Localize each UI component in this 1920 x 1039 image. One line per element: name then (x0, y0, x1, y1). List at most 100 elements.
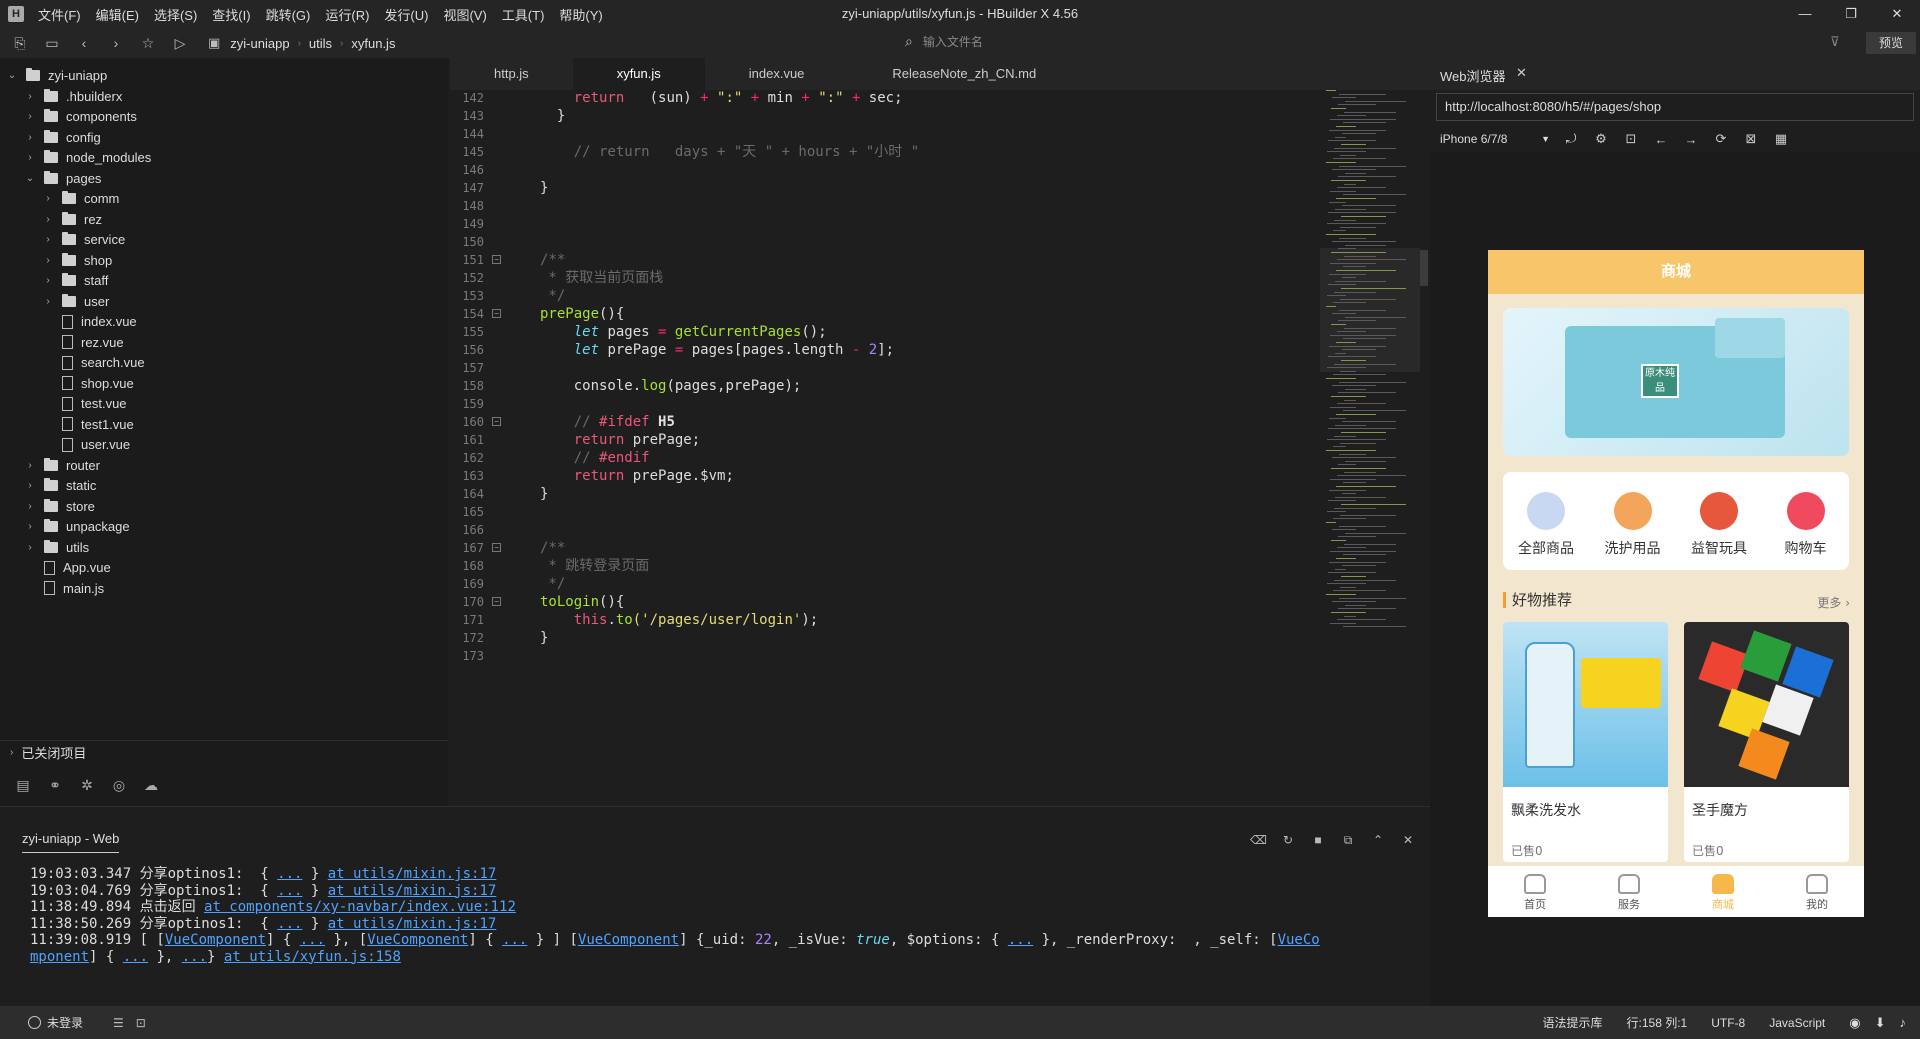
menu-item[interactable]: 跳转(G) (266, 5, 311, 24)
settings-gear-icon[interactable]: ⚙ (1586, 131, 1616, 147)
folder-icon (44, 150, 58, 163)
language-mode[interactable]: JavaScript (1769, 1016, 1825, 1030)
console-link[interactable]: ... (1008, 932, 1033, 948)
back-icon[interactable]: ‹ (72, 33, 96, 53)
file-search-input[interactable]: 输入文件名 (923, 33, 983, 50)
fold-toggle-icon[interactable]: − (492, 597, 501, 606)
syntax-hint[interactable]: 语法提示库 (1543, 1014, 1603, 1031)
new-file-icon[interactable]: ⎘ (8, 33, 32, 53)
tabbar-item[interactable]: 我的 (1770, 866, 1864, 917)
browser-forward-icon[interactable]: → (1676, 132, 1706, 147)
preview-button[interactable]: 预览 (1866, 32, 1916, 54)
menu-item[interactable]: 编辑(E) (96, 5, 139, 24)
menu-item[interactable]: 运行(R) (325, 5, 369, 24)
vertical-scrollbar[interactable] (1420, 250, 1428, 286)
minimap[interactable] (1320, 90, 1420, 806)
device-select[interactable]: iPhone 6/7/8 ▼ (1436, 127, 1556, 151)
restart-icon[interactable]: ↻ (1280, 833, 1296, 848)
chat-icon[interactable]: ◉ (1849, 1015, 1860, 1031)
git-icon[interactable]: ◎ (110, 777, 128, 794)
file-search[interactable]: ⌕ 输入文件名 (905, 33, 983, 50)
menu-item[interactable]: 选择(S) (154, 5, 197, 24)
lock-icon[interactable]: ⊠ (1736, 131, 1766, 147)
console-link[interactable]: ... (182, 949, 207, 965)
menu-item[interactable]: 文件(F) (38, 5, 81, 24)
console-link[interactable]: VueCo (1278, 932, 1320, 948)
more-link[interactable]: 更多 › (1817, 594, 1850, 611)
product-card[interactable]: 圣手魔方 已售0 (1684, 622, 1849, 862)
breadcrumb-folder[interactable]: utils (309, 36, 332, 51)
console-link[interactable]: VueComponent (578, 932, 679, 948)
list-icon[interactable]: ☰ (113, 1016, 124, 1030)
console-link[interactable]: ... (123, 949, 148, 965)
fold-toggle-icon[interactable]: − (492, 543, 501, 552)
rotate-icon[interactable]: ⤾ (1556, 131, 1586, 147)
url-input[interactable]: http://localhost:8080/h5/#/pages/shop (1436, 93, 1914, 121)
menu-item[interactable]: 查找(I) (212, 5, 250, 24)
console-output[interactable]: 19:03:03.347 分享optinos1: { ... } at util… (0, 858, 1430, 1006)
explorer-icon[interactable]: ▤ (14, 777, 32, 794)
close-browser-icon[interactable]: ✕ (1516, 65, 1527, 81)
category-item[interactable]: 购物车 (1763, 472, 1849, 570)
terminal-icon[interactable]: ⊡ (136, 1016, 146, 1030)
minimap-line (1326, 234, 1376, 235)
minimap-line (1335, 352, 1346, 354)
tabbar-item[interactable]: 商城 (1676, 866, 1770, 917)
debug-bug-icon[interactable]: ✲ (78, 777, 96, 794)
console-tab[interactable]: zyi-uniapp - Web (22, 831, 120, 853)
console-link[interactable]: at utils/xyfun.js:158 (224, 949, 401, 965)
fold-toggle-icon[interactable]: − (492, 255, 501, 264)
close-console-icon[interactable]: ✕ (1400, 833, 1416, 848)
refresh-icon[interactable]: ⟳ (1706, 131, 1736, 147)
category-item[interactable]: 洗护用品 (1590, 472, 1676, 570)
plugin-icon[interactable]: ⚭ (46, 777, 64, 794)
breadcrumb-file[interactable]: xyfun.js (351, 36, 395, 51)
run-icon[interactable]: ▷ (168, 33, 192, 53)
stop-icon[interactable]: ■ (1310, 833, 1326, 848)
cloud-icon[interactable]: ☁ (142, 777, 160, 794)
phone-preview[interactable]: 商城 原木纯品 全部商品 洗护用品 益智玩具 购物车 好物推荐 更多 › 飘柔洗发水 … (1488, 250, 1864, 917)
browser-back-icon[interactable]: ← (1646, 132, 1676, 147)
code-editor[interactable]: 142 143 144 145 146 147 148 149 150 151−152 153 154… (450, 90, 1430, 806)
maximize-console-icon[interactable]: ⌃ (1370, 833, 1386, 848)
notification-bell-icon[interactable]: ♪ (1900, 1015, 1907, 1030)
restore-button[interactable]: ❐ (1828, 0, 1874, 28)
devtools-icon[interactable]: ⊡ (1616, 131, 1646, 147)
open-window-icon[interactable]: ⧉ (1340, 833, 1356, 848)
encoding[interactable]: UTF-8 (1711, 1016, 1745, 1030)
fold-toggle-icon[interactable]: − (492, 417, 501, 426)
menu-item[interactable]: 帮助(Y) (559, 5, 602, 24)
qrcode-icon[interactable]: ▦ (1766, 131, 1796, 147)
editor-tab[interactable]: xyfun.js (572, 58, 705, 90)
bookmark-star-icon[interactable]: ☆ (136, 33, 160, 53)
fold-toggle-icon[interactable]: − (492, 309, 501, 318)
clear-console-icon[interactable]: ⌫ (1250, 833, 1267, 848)
minimize-button[interactable]: — (1782, 0, 1828, 28)
editor-tab[interactable]: ReleaseNote_zh_CN.md (848, 58, 1081, 90)
console-link[interactable]: mponent (30, 949, 89, 965)
tree-file[interactable]: main.js (0, 576, 448, 601)
menu-item[interactable]: 发行(U) (384, 5, 428, 24)
browser-panel-tab[interactable]: Web浏览器 ✕ (1430, 58, 1920, 90)
breadcrumb-project[interactable]: zyi-uniapp (230, 36, 289, 51)
editor-tab[interactable]: http.js (450, 58, 573, 90)
forward-icon[interactable]: › (104, 33, 128, 53)
breadcrumb-separator: › (297, 37, 301, 49)
tabbar-item[interactable]: 首页 (1488, 866, 1582, 917)
save-icon[interactable]: ▭ (40, 33, 64, 53)
closed-projects[interactable]: › 已关闭项目 (0, 740, 448, 764)
menu-item[interactable]: 视图(V) (443, 5, 486, 24)
category-item[interactable]: 全部商品 (1503, 472, 1589, 570)
banner-image[interactable]: 原木纯品 (1503, 308, 1849, 456)
tabbar-item[interactable]: 服务 (1582, 866, 1676, 917)
editor-tab[interactable]: index.vue (704, 58, 849, 90)
close-window-button[interactable]: ✕ (1874, 0, 1920, 28)
menu-item[interactable]: 工具(T) (502, 5, 545, 24)
category-item[interactable]: 益智玩具 (1676, 472, 1762, 570)
console-link[interactable]: ... (502, 932, 527, 948)
download-icon[interactable]: ⬇ (1875, 1015, 1886, 1031)
login-status[interactable]: 未登录 (28, 1014, 83, 1031)
cursor-position[interactable]: 行:158 列:1 (1627, 1014, 1688, 1031)
filter-icon[interactable]: ⊽ (1830, 34, 1840, 50)
product-card[interactable]: 飘柔洗发水 已售0 (1503, 622, 1668, 862)
